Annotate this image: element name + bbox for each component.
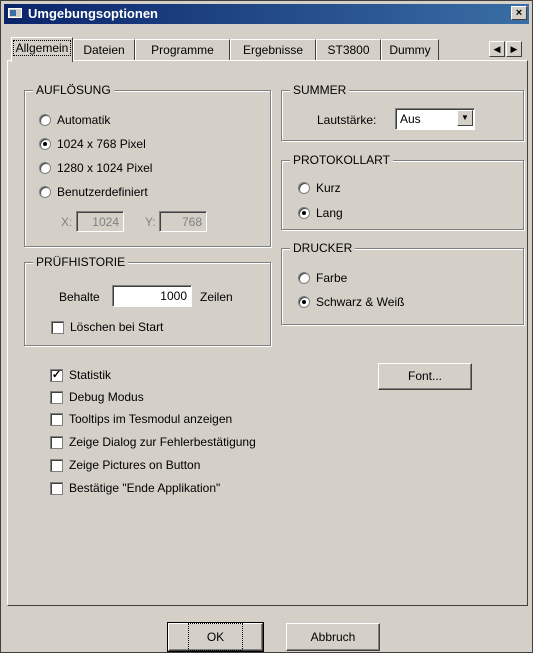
options-dialog: Umgebungsoptionen × Allgemein Dateien Pr… [0, 0, 533, 653]
pruefhistorie-group: PRÜFHISTORIE Behalte 1000 Zeilen Löschen… [24, 255, 271, 346]
radio-automatik[interactable]: Automatik [39, 113, 110, 127]
radio-icon [39, 186, 51, 198]
tab-st3800[interactable]: ST3800 [316, 39, 381, 61]
radio-1024x768[interactable]: 1024 x 768 Pixel [39, 137, 146, 151]
checkmark-icon: ✓ [50, 368, 63, 382]
drucker-group: DRUCKER Farbe Schwarz & Weiß [281, 241, 524, 325]
x-field[interactable]: 1024 [76, 211, 124, 232]
checkbox-icon [50, 390, 63, 404]
radio-icon [298, 296, 310, 308]
volume-label: Lautstärke: [317, 113, 377, 127]
keep-lines-input[interactable]: 1000 [112, 285, 192, 307]
title-bar[interactable]: Umgebungsoptionen × [4, 4, 529, 24]
close-button[interactable]: × [511, 6, 527, 20]
radio-icon [298, 207, 310, 219]
tab-programme[interactable]: Programme [135, 39, 230, 61]
radio-icon [39, 138, 51, 150]
tab-scroll-right-icon[interactable]: ▶ [506, 41, 522, 57]
checkbox-loeschen-bei-start[interactable]: Löschen bei Start [51, 320, 163, 334]
checkbox-icon [50, 435, 63, 449]
checkbox-fehlerbestaetigung[interactable]: Zeige Dialog zur Fehlerbestätigung [50, 435, 256, 449]
pruefhistorie-legend: PRÜFHISTORIE [33, 255, 129, 269]
volume-select[interactable]: Aus ▼ [395, 108, 475, 130]
checkbox-icon [50, 412, 63, 426]
summer-group: SUMMER Lautstärke: Aus ▼ [281, 83, 524, 141]
checkbox-statistik[interactable]: ✓ Statistik [50, 368, 111, 382]
tab-dateien[interactable]: Dateien [73, 39, 135, 61]
radio-1280x1024[interactable]: 1280 x 1024 Pixel [39, 161, 152, 175]
drucker-legend: DRUCKER [290, 241, 356, 255]
tab-allgemein[interactable]: Allgemein [11, 37, 73, 62]
tab-scroll-left-icon[interactable]: ◀ [489, 41, 505, 57]
y-label: Y: [145, 215, 156, 229]
y-field[interactable]: 768 [159, 211, 207, 232]
checkbox-ende-applikation[interactable]: Bestätige "Ende Applikation" [50, 481, 220, 495]
radio-lang[interactable]: Lang [298, 206, 343, 220]
window-title: Umgebungsoptionen [28, 6, 158, 21]
ok-button[interactable]: OK [167, 622, 264, 652]
keep-unit-label: Zeilen [200, 290, 233, 304]
dropdown-arrow-icon[interactable]: ▼ [457, 110, 473, 126]
radio-icon [298, 272, 310, 284]
checkbox-debug-modus[interactable]: Debug Modus [50, 390, 144, 404]
keep-label: Behalte [59, 290, 100, 304]
checkbox-icon [50, 458, 63, 472]
app-icon [8, 8, 22, 18]
radio-icon [39, 114, 51, 126]
x-label: X: [61, 215, 73, 229]
volume-value: Aus [400, 112, 421, 126]
radio-benutzerdefiniert[interactable]: Benutzerdefiniert [39, 185, 148, 199]
checkbox-icon [51, 320, 64, 334]
radio-farbe[interactable]: Farbe [298, 271, 347, 285]
aufloesung-legend: AUFLÖSUNG [33, 83, 114, 97]
summer-legend: SUMMER [290, 83, 350, 97]
checkbox-tooltips[interactable]: Tooltips im Tesmodul anzeigen [50, 412, 232, 426]
radio-icon [39, 162, 51, 174]
protokollart-group: PROTOKOLLART Kurz Lang [281, 153, 524, 230]
tab-dummy[interactable]: Dummy [381, 39, 439, 61]
checkbox-pictures-on-button[interactable]: Zeige Pictures on Button [50, 458, 200, 472]
protokollart-legend: PROTOKOLLART [290, 153, 393, 167]
radio-schwarz-weiss[interactable]: Schwarz & Weiß [298, 295, 404, 309]
tab-ergebnisse[interactable]: Ergebnisse [230, 39, 316, 61]
aufloesung-group: AUFLÖSUNG Automatik 1024 x 768 Pixel 128… [24, 83, 271, 247]
radio-kurz[interactable]: Kurz [298, 181, 341, 195]
radio-icon [298, 182, 310, 194]
cancel-button[interactable]: Abbruch [286, 623, 380, 651]
checkbox-icon [50, 481, 63, 495]
tab-panel-allgemein: AUFLÖSUNG Automatik 1024 x 768 Pixel 128… [7, 60, 528, 606]
font-button[interactable]: Font... [378, 363, 472, 390]
